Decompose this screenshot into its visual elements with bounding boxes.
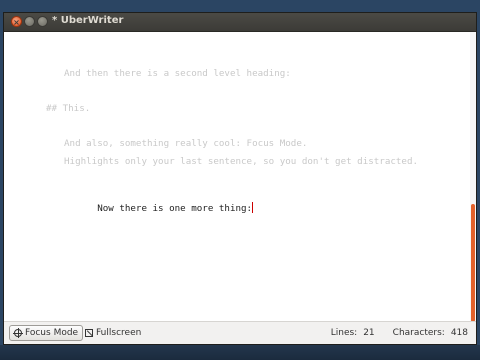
fullscreen-label: Fullscreen xyxy=(96,328,142,338)
minimize-icon[interactable] xyxy=(24,16,35,27)
maximize-icon[interactable] xyxy=(37,16,48,27)
text-editor[interactable]: And then there is a second level heading… xyxy=(4,32,470,322)
app-window: × * UberWriter And then there is a secon… xyxy=(3,12,477,345)
focus-mode-label: Focus Mode xyxy=(25,328,79,338)
focus-mode-button[interactable]: Focus Mode xyxy=(9,325,84,341)
characters-count: 418 xyxy=(450,328,468,338)
scrollbar-thumb[interactable] xyxy=(471,204,475,322)
characters-label: Characters: xyxy=(392,328,445,338)
editor-line[interactable]: Highlights only your last sentence, so y… xyxy=(64,156,418,167)
fullscreen-button[interactable]: Fullscreen xyxy=(82,325,144,341)
window-title: * UberWriter xyxy=(52,15,124,26)
active-line-text: Now there is one more thing: xyxy=(97,203,253,214)
editor-line-active[interactable]: Now there is one more thing: xyxy=(64,191,254,225)
editor-line[interactable]: And then there is a second level heading… xyxy=(64,68,291,79)
scrollbar[interactable] xyxy=(470,32,476,322)
lines-count: 21 xyxy=(363,328,375,338)
focus-mode-icon xyxy=(13,328,23,338)
desktop-panel xyxy=(0,345,480,360)
lines-label: Lines: xyxy=(330,328,358,338)
fullscreen-icon xyxy=(85,329,93,337)
statusbar: Focus Mode Fullscreen Lines: 21 Characte… xyxy=(4,321,476,344)
document-stats: Lines: 21 Characters: 418 xyxy=(331,328,468,338)
titlebar[interactable]: × * UberWriter xyxy=(4,13,476,32)
editor-line-heading[interactable]: ## This. xyxy=(46,103,90,114)
close-icon[interactable]: × xyxy=(11,16,22,27)
text-cursor xyxy=(252,202,254,213)
editor-line[interactable]: And also, something really cool: Focus M… xyxy=(64,138,307,149)
